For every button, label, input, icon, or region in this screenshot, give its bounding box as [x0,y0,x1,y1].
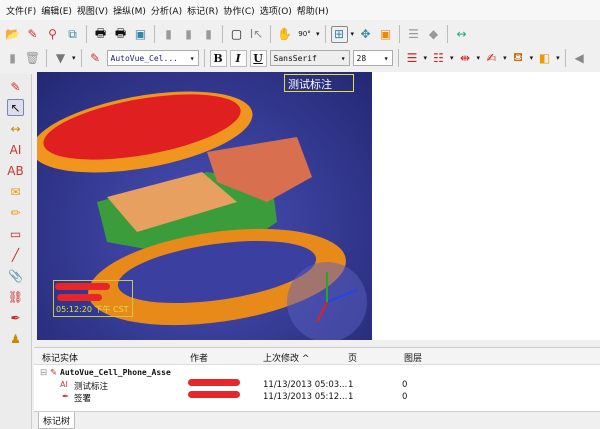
toolbar-main: 📂 ✎ ⚲ ⧉ 🖶 🖶 ▣ ▮ ▮ ▮ ▢ I↖ ✋ 90° ▾ ⊞ ▾ ✥ ▣… [4,22,470,46]
col-layer[interactable]: 图层 [404,351,422,364]
measure-icon[interactable]: ↔ [453,26,470,43]
blank-area [372,72,600,340]
font-size-select[interactable]: 28 ▾ [352,50,393,66]
sign-icon[interactable]: ✒ [7,309,24,326]
parts-icon[interactable]: ◆ [425,26,442,43]
rotate-icon[interactable]: 90° [296,26,313,43]
line-icon[interactable]: ╱ [7,246,24,263]
text-tool-icon[interactable]: AI [7,141,24,158]
save-markup-icon[interactable]: ▮ [4,50,21,67]
table-row[interactable]: AI 测试标注 11/13/2013 05:03... 1 0 [34,377,600,392]
next-page-icon[interactable]: ▮ [200,26,217,43]
menu-options[interactable]: 选项(O) [260,4,292,17]
tab-markup-tree[interactable]: 标记树 [38,412,76,429]
bold-button[interactable]: B [209,49,227,67]
text-box-icon[interactable]: AB [7,162,24,179]
stamp-icon[interactable]: ♟ [7,330,24,347]
menu-edit[interactable]: 编辑(E) [41,4,72,17]
menu-bar: 文件(F) 编辑(E) 视图(V) 操纵(M) 分析(A) 标记(R) 协作(C… [0,0,600,20]
prev-page-icon[interactable]: ▮ [180,26,197,43]
markup-callout[interactable]: 测试标注 [284,74,354,92]
page-icon[interactable]: ▢ [228,26,245,43]
markup-mode-icon[interactable]: ✎ [7,78,24,95]
delete-icon[interactable]: 🗑 [24,50,41,67]
markup-tree-panel: 标记实体 作者 上次修改 ^ 页 图层 ⊟ ✎ AutoVue_Cell_Pho… [34,347,600,429]
open-folder-icon[interactable]: 📂 [4,26,21,43]
line-weight-icon[interactable]: ☰ [404,50,421,67]
3d-viewport[interactable]: 测试标注 05:12:20 下午 CST [37,72,372,340]
col-page[interactable]: 页 [348,351,357,364]
panel-tabs: 标记树 [34,411,600,429]
select-arrow-icon[interactable]: ↖ [7,99,24,116]
tree-root[interactable]: ⊟ ✎ AutoVue_Cell_Phone_Asse [34,365,600,378]
arrow-style-icon[interactable]: ⇹ [457,50,474,67]
fit-icon[interactable]: ✥ [357,26,374,43]
zoom-box-icon[interactable]: ⊞ [330,25,348,43]
font-select[interactable]: SansSerif ▾ [269,50,350,66]
markup-tools-sidebar: ✎ ↖ ↔ AI AB ✉ ✏ ▭ ╱ 📎 ⛓ ✒ ♟ [0,74,32,429]
menu-help[interactable]: 帮助(H) [297,4,329,17]
pan-hand-icon[interactable]: ✋ [276,26,293,43]
line-color-icon[interactable]: ✍ [483,50,500,67]
author-redacted [188,391,240,398]
markup-file-icon[interactable]: ✎ [87,50,104,67]
stamp-time: 05:12:20 下午 CST [56,305,129,314]
menu-analyze[interactable]: 分析(A) [151,4,182,17]
menu-collaborate[interactable]: 协作(C) [223,4,254,17]
text-markup-icon: AI [60,380,68,389]
col-author[interactable]: 作者 [190,351,208,364]
toolbar-markup: ▮ 🗑 ▼ ▾ ✎ AutoVue_Cel... ▾ B I U SansSerif… [4,46,588,70]
search-markup-icon[interactable]: ⚲ [44,26,61,43]
properties-icon[interactable]: ◀ [571,50,588,67]
layers-icon[interactable]: ☰ [405,26,422,43]
line-style-icon[interactable]: ☷ [430,50,447,67]
table-row[interactable]: ✒ 签署 11/13/2013 05:12... 1 0 [34,389,600,404]
author-redacted [188,379,240,386]
menu-view[interactable]: 视图(V) [77,4,108,17]
print-preview-icon[interactable]: 🖶 [112,26,129,43]
filter-icon[interactable]: ▼ [52,50,69,67]
rectangle-icon[interactable]: ▭ [7,225,24,242]
italic-button[interactable]: I [229,49,247,67]
print-icon[interactable]: 🖶 [92,26,109,43]
col-entity[interactable]: 标记实体 [42,351,78,364]
select-text-icon[interactable]: I↖ [248,26,265,43]
menu-markup[interactable]: 标记(R) [187,4,218,17]
col-modified[interactable]: 上次修改 ^ [263,351,309,364]
menu-manipulate[interactable]: 操纵(M) [113,4,146,17]
menu-file[interactable]: 文件(F) [6,4,36,17]
table-header: 标记实体 作者 上次修改 ^ 页 图层 [34,348,600,365]
tree-icon[interactable]: ⧉ [64,26,81,43]
fill-icon[interactable]: ⛾ [510,50,527,67]
note-icon[interactable]: ✉ [7,183,24,200]
attach-icon[interactable]: 📎 [7,267,24,284]
signature-icon: ✒ [62,392,70,402]
measure-tool-icon[interactable]: ↔ [7,120,24,137]
markup-file-select[interactable]: AutoVue_Cel... ▾ [106,50,199,66]
fill-color-icon[interactable]: ◧ [536,50,553,67]
markup-icon[interactable]: ✎ [24,26,41,43]
signature-stamp[interactable]: 05:12:20 下午 CST [53,280,133,317]
pencil-icon[interactable]: ✏ [7,204,24,221]
compare-icon[interactable]: ▣ [132,26,149,43]
underline-button[interactable]: U [249,49,267,67]
first-page-icon[interactable]: ▮ [160,26,177,43]
zoom-window-icon[interactable]: ▣ [377,26,394,43]
link-icon[interactable]: ⛓ [7,288,24,305]
